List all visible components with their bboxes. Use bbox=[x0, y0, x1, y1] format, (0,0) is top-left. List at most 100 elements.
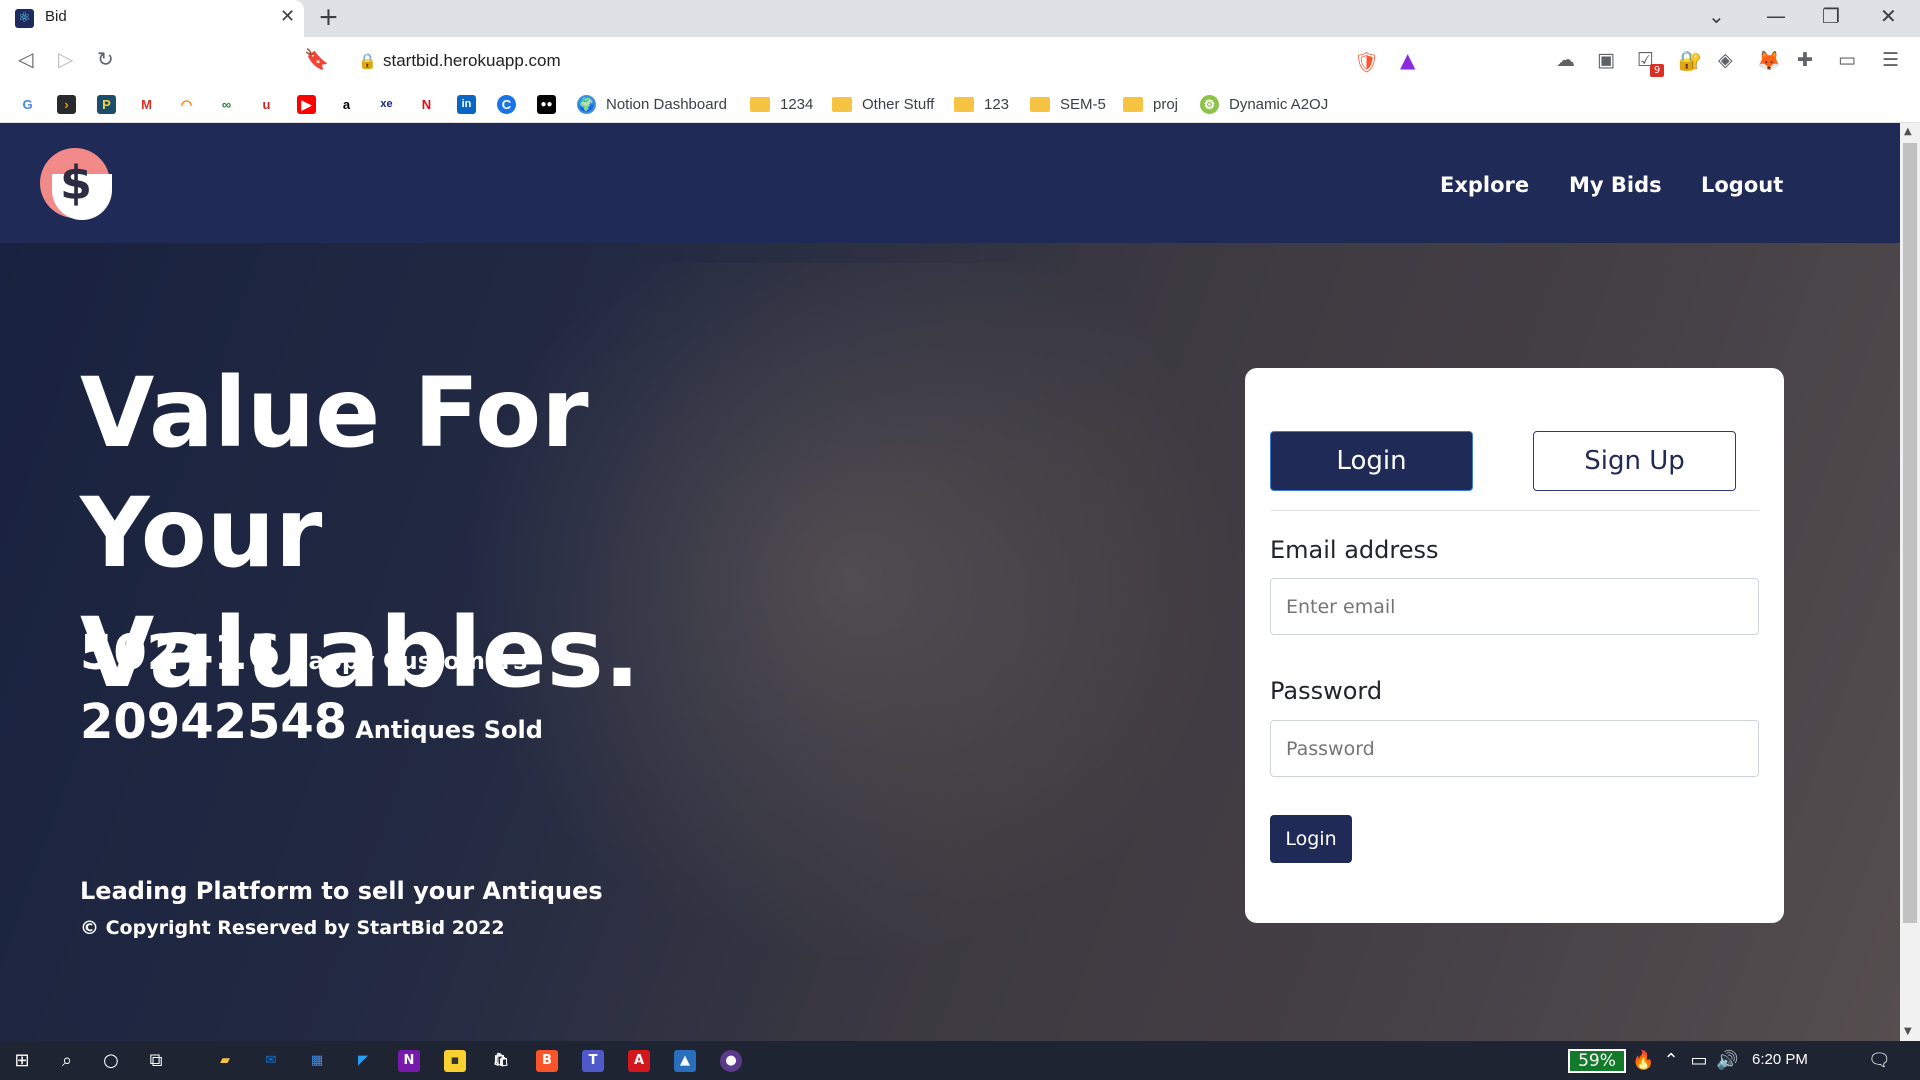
folder-icon bbox=[1030, 96, 1050, 112]
extension-icon[interactable]: ☁ bbox=[1556, 49, 1575, 71]
amazon-bookmark-icon[interactable]: a bbox=[337, 93, 356, 115]
stat-label: Antiques Sold bbox=[355, 716, 543, 744]
bookmarks-bar: G › P M ◠ ∞ u ▶ a xe N in C ●● 🌍 Notion D… bbox=[0, 85, 1920, 123]
scroll-up-icon[interactable]: ▲ bbox=[1904, 126, 1912, 137]
tab-search-chevron-icon[interactable]: ⌄ bbox=[1708, 4, 1725, 28]
volume-icon[interactable]: 🔊 bbox=[1716, 1050, 1738, 1072]
brave-browser-icon[interactable]: B bbox=[536, 1050, 558, 1072]
sticky-notes-icon[interactable]: ▪ bbox=[444, 1050, 466, 1072]
divider bbox=[1270, 510, 1759, 511]
file-explorer-icon[interactable]: ▰ bbox=[214, 1050, 236, 1072]
page-scrollbar[interactable]: ▲ ▼ bbox=[1900, 123, 1920, 1041]
system-clock[interactable]: 6:20 PM bbox=[1752, 1051, 1808, 1068]
email-field[interactable] bbox=[1270, 578, 1759, 635]
store-icon[interactable]: 🛍 bbox=[490, 1050, 512, 1072]
menu-icon[interactable]: ☰ bbox=[1882, 49, 1899, 71]
picture-in-picture-icon[interactable]: ▣ bbox=[1597, 49, 1615, 71]
bookmark-folder-123[interactable]: 123 bbox=[954, 93, 1009, 115]
stat-value: 502416 bbox=[80, 625, 281, 681]
netflix-bookmark-icon[interactable]: N bbox=[417, 93, 436, 115]
mail-icon[interactable]: ✉ bbox=[260, 1050, 282, 1072]
bookmark-folder-1234[interactable]: 1234 bbox=[750, 93, 813, 115]
login-submit-button[interactable]: Login bbox=[1270, 815, 1352, 863]
youtube-bookmark-icon[interactable]: ▶ bbox=[297, 93, 316, 115]
bookmark-notion-dashboard[interactable]: 🌍 Notion Dashboard bbox=[577, 93, 727, 115]
calendar-icon[interactable]: ▦ bbox=[306, 1050, 328, 1072]
teams-icon[interactable]: T bbox=[582, 1050, 604, 1072]
bookmark-dynamic-a2oj[interactable]: ⚙ Dynamic A2OJ bbox=[1200, 93, 1328, 115]
battery-icon[interactable]: ▭ bbox=[1688, 1050, 1710, 1072]
arc-bookmark-icon[interactable]: ◠ bbox=[177, 93, 196, 115]
google-bookmark-icon[interactable]: G bbox=[18, 93, 37, 115]
metamask-icon[interactable]: 🦊 bbox=[1757, 49, 1781, 72]
search-icon[interactable]: ⌕ bbox=[56, 1050, 78, 1072]
medium-bookmark-icon[interactable]: ●● bbox=[537, 93, 556, 115]
brave-rewards-icon[interactable]: ▲ bbox=[1400, 48, 1415, 72]
notifications-icon[interactable]: 🗨 bbox=[1868, 1050, 1891, 1072]
acrobat-icon[interactable]: A bbox=[628, 1050, 650, 1072]
extensions-puzzle-icon[interactable]: ✚ bbox=[1797, 49, 1813, 71]
wallet-icon[interactable]: ▭ bbox=[1838, 49, 1856, 71]
close-window-icon[interactable]: ✕ bbox=[1880, 4, 1897, 28]
u-bookmark-icon[interactable]: u bbox=[257, 93, 276, 115]
battery-percentage[interactable]: 59% bbox=[1568, 1049, 1626, 1073]
password-manager-icon[interactable]: 🔐 bbox=[1678, 49, 1702, 72]
react-favicon-icon: ⚛ bbox=[15, 9, 34, 28]
windows-taskbar: ⊞ ⌕ ○ ⧉ ▰ ✉ ▦ ◤ N ▪ 🛍 B T A ▲ ● 59% 🔥 ⌃ … bbox=[0, 1041, 1920, 1080]
windows-start-icon[interactable]: ⊞ bbox=[11, 1050, 33, 1072]
flame-icon[interactable]: 🔥 bbox=[1632, 1050, 1654, 1072]
email-label: Email address bbox=[1270, 536, 1439, 564]
bookmark-icon[interactable]: 🔖 bbox=[304, 47, 329, 71]
password-field[interactable] bbox=[1270, 720, 1759, 777]
xe-bookmark-icon[interactable]: xe bbox=[377, 93, 396, 115]
c-bookmark-icon[interactable]: C bbox=[497, 93, 516, 115]
show-hidden-icons-chevron[interactable]: ⌃ bbox=[1660, 1050, 1682, 1072]
stat-label: Happy Customers bbox=[288, 647, 528, 675]
github-icon[interactable]: ● bbox=[720, 1050, 742, 1072]
vscode-icon[interactable]: ◤ bbox=[352, 1050, 374, 1072]
scroll-thumb[interactable] bbox=[1903, 143, 1917, 923]
folder-icon bbox=[750, 96, 770, 112]
scroll-down-icon[interactable]: ▼ bbox=[1904, 1026, 1912, 1037]
p-bookmark-icon[interactable]: P bbox=[97, 93, 116, 115]
onenote-icon[interactable]: N bbox=[398, 1050, 420, 1072]
site-navbar: $ Explore My Bids Logout bbox=[0, 123, 1900, 243]
stat-antiques-sold: 20942548 Antiques Sold bbox=[80, 694, 543, 750]
address-bar[interactable]: 🔒 startbid.herokuapp.com 🛡 ▲ bbox=[342, 44, 1438, 79]
cortana-icon[interactable]: ○ bbox=[100, 1050, 122, 1072]
lock-icon: 🔒 bbox=[358, 52, 377, 70]
notion-extension-icon[interactable]: ◈ bbox=[1718, 49, 1733, 71]
bookmark-folder-other-stuff[interactable]: Other Stuff bbox=[832, 93, 934, 115]
reload-icon[interactable]: ↻ bbox=[97, 47, 114, 71]
copyright-text: © Copyright Reserved by StartBid 2022 bbox=[80, 917, 505, 939]
task-view-icon[interactable]: ⧉ bbox=[145, 1050, 167, 1072]
stat-happy-customers: 502416 Happy Customers bbox=[80, 625, 527, 681]
nav-my-bids-link[interactable]: My Bids bbox=[1569, 173, 1662, 197]
nav-logout-link[interactable]: Logout bbox=[1701, 173, 1783, 197]
new-tab-icon[interactable]: + bbox=[318, 2, 339, 31]
login-tab-button[interactable]: Login bbox=[1270, 431, 1473, 491]
glasses-bookmark-icon[interactable]: ∞ bbox=[217, 93, 236, 115]
gmail-bookmark-icon[interactable]: M bbox=[137, 93, 156, 115]
linkedin-bookmark-icon[interactable]: in bbox=[457, 93, 476, 115]
minimize-icon[interactable]: — bbox=[1766, 4, 1786, 28]
bookmark-folder-sem-5[interactable]: SEM-5 bbox=[1030, 93, 1106, 115]
restore-icon[interactable]: ❐ bbox=[1822, 4, 1840, 28]
url-text: startbid.herokuapp.com bbox=[383, 51, 561, 70]
folder-icon bbox=[1123, 96, 1143, 112]
tab-title: Bid bbox=[45, 8, 67, 25]
photos-icon[interactable]: ▲ bbox=[674, 1050, 696, 1072]
tab-bar: ⚛ Bid ✕ + ⌄ — ❐ ✕ bbox=[0, 0, 1920, 37]
close-tab-icon[interactable]: ✕ bbox=[280, 6, 295, 27]
brave-shield-icon[interactable]: 🛡 bbox=[1354, 50, 1379, 74]
hero-section: Value For Your Valuables. 502416 Happy Cu… bbox=[0, 243, 1900, 1041]
nav-explore-link[interactable]: Explore bbox=[1440, 173, 1529, 197]
bookmark-folder-proj[interactable]: proj bbox=[1123, 93, 1178, 115]
signup-tab-button[interactable]: Sign Up bbox=[1533, 431, 1736, 491]
forward-icon[interactable]: ▷ bbox=[58, 47, 73, 71]
back-icon[interactable]: ◁ bbox=[18, 47, 33, 71]
auth-card: Login Sign Up Email address Password Log… bbox=[1245, 368, 1784, 923]
plex-bookmark-icon[interactable]: › bbox=[57, 93, 76, 115]
browser-tab[interactable]: ⚛ Bid ✕ bbox=[0, 0, 304, 37]
startbid-logo[interactable]: $ bbox=[40, 148, 112, 220]
